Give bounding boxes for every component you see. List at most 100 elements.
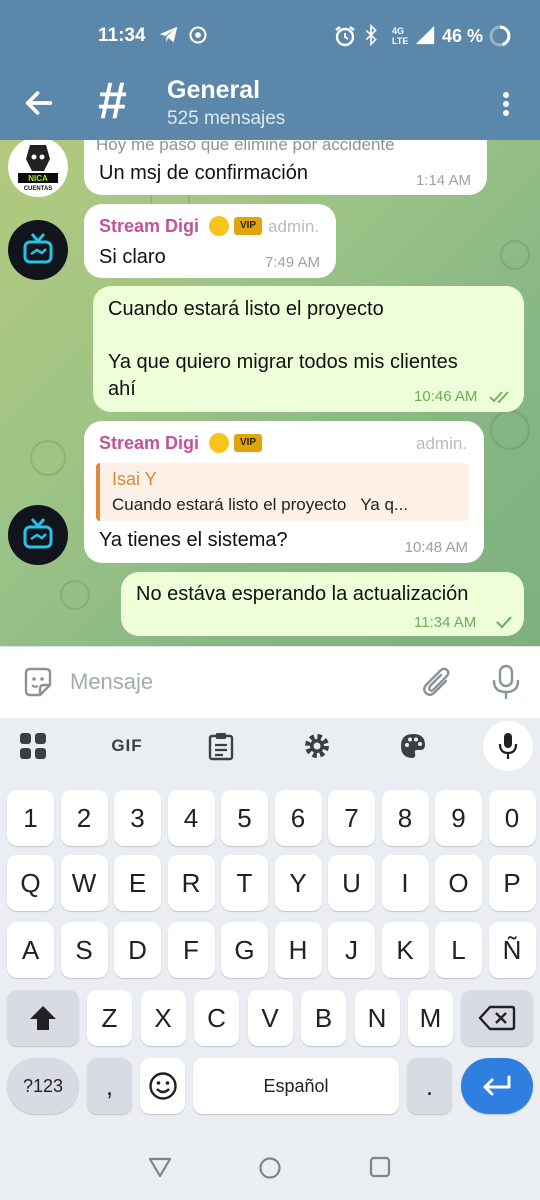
key[interactable]: 7 bbox=[328, 790, 375, 846]
sticker-emoji-icon[interactable] bbox=[20, 665, 56, 701]
key[interactable]: T bbox=[221, 855, 268, 911]
key[interactable]: E bbox=[114, 855, 161, 911]
avatar-stream-digi[interactable] bbox=[8, 505, 68, 565]
key[interactable]: N bbox=[354, 990, 400, 1046]
key[interactable]: Z bbox=[87, 990, 132, 1046]
avatar-nica-cuentas[interactable]: NICA CUENTAS bbox=[8, 140, 68, 197]
key[interactable]: S bbox=[60, 922, 108, 978]
message-input[interactable] bbox=[70, 664, 400, 700]
key[interactable]: 4 bbox=[167, 790, 215, 846]
message-bubble-incoming[interactable]: Stream Digi VIP admin. Si claro 7:49 AM bbox=[84, 204, 336, 278]
message-bubble-incoming[interactable]: Hoy me pasó que eliminé por accidente Un… bbox=[84, 140, 487, 195]
chat-area[interactable]: NICA CUENTAS Hoy me pasó que eliminé por… bbox=[0, 140, 540, 646]
key[interactable]: R bbox=[167, 855, 215, 911]
palette-icon bbox=[401, 734, 425, 758]
chat-title[interactable]: General bbox=[167, 76, 260, 105]
sender-name[interactable]: Stream Digi bbox=[99, 216, 199, 237]
chrome-icon bbox=[189, 26, 207, 44]
nav-back-icon[interactable] bbox=[148, 1156, 172, 1178]
message-text: No estáva esperando la actualización bbox=[136, 583, 469, 605]
key[interactable]: U bbox=[328, 855, 375, 911]
enter-key[interactable] bbox=[461, 1058, 533, 1114]
key[interactable]: W bbox=[60, 855, 108, 911]
key[interactable]: 9 bbox=[435, 790, 482, 846]
key[interactable]: 3 bbox=[114, 790, 161, 846]
shift-key[interactable] bbox=[7, 990, 79, 1046]
wallpaper-doodle bbox=[490, 410, 530, 450]
theme-button[interactable] bbox=[390, 725, 436, 767]
comma-key[interactable]: , bbox=[87, 1058, 132, 1114]
message-bubble-incoming[interactable]: Stream Digi VIP admin. Isai Y Cuando est… bbox=[84, 421, 484, 563]
message-bubble-outgoing[interactable]: Cuando estará listo el proyecto Ya que q… bbox=[93, 286, 524, 412]
signal-icon bbox=[415, 25, 435, 45]
message-text: Si claro bbox=[99, 246, 166, 268]
keyboard-apps-button[interactable] bbox=[10, 725, 56, 767]
more-options-icon[interactable] bbox=[496, 88, 516, 120]
back-arrow-icon[interactable] bbox=[22, 86, 56, 120]
key[interactable]: A bbox=[7, 922, 54, 978]
key[interactable]: J bbox=[328, 922, 375, 978]
key[interactable]: 5 bbox=[221, 790, 268, 846]
key[interactable]: B bbox=[301, 990, 346, 1046]
sunglasses-emoji bbox=[209, 216, 229, 236]
key[interactable]: D bbox=[114, 922, 161, 978]
alarm-icon bbox=[335, 26, 355, 47]
key[interactable]: 2 bbox=[60, 790, 108, 846]
key[interactable]: K bbox=[381, 922, 429, 978]
key[interactable]: H bbox=[274, 922, 322, 978]
vip-badge: VIP bbox=[234, 217, 262, 235]
space-key[interactable]: Español bbox=[193, 1058, 399, 1114]
message-time: 10:48 AM bbox=[404, 539, 468, 556]
key[interactable]: Y bbox=[274, 855, 322, 911]
reply-author: Isai Y bbox=[112, 469, 157, 489]
channel-hash-icon: # bbox=[98, 72, 127, 130]
nav-recents-icon[interactable] bbox=[369, 1156, 391, 1178]
message-bubble-outgoing[interactable]: No estáva esperando la actualización 11:… bbox=[121, 572, 524, 636]
backspace-icon bbox=[478, 1005, 516, 1031]
key[interactable]: P bbox=[488, 855, 536, 911]
key[interactable]: Q bbox=[7, 855, 54, 911]
reply-preview[interactable]: Isai Y Cuando estará listo el proyecto Y… bbox=[96, 463, 469, 521]
key[interactable]: X bbox=[140, 990, 186, 1046]
key[interactable]: L bbox=[435, 922, 482, 978]
battery-icon bbox=[489, 25, 511, 47]
avatar-stream-digi[interactable] bbox=[8, 220, 68, 280]
admin-label: admin. bbox=[268, 217, 320, 236]
key[interactable]: F bbox=[167, 922, 215, 978]
microphone-icon[interactable] bbox=[488, 663, 524, 701]
period-key[interactable]: . bbox=[407, 1058, 452, 1114]
emoji-key[interactable] bbox=[140, 1058, 185, 1114]
key[interactable]: O bbox=[435, 855, 482, 911]
nav-home-icon[interactable] bbox=[258, 1156, 282, 1180]
key[interactable]: 1 bbox=[7, 790, 54, 846]
network-label: 4G LTE bbox=[392, 26, 409, 46]
wallpaper-doodle bbox=[30, 440, 66, 476]
settings-button[interactable] bbox=[294, 725, 340, 767]
message-composer bbox=[0, 646, 540, 718]
attach-paperclip-icon[interactable] bbox=[420, 665, 456, 701]
shift-arrow-icon bbox=[30, 1006, 56, 1030]
message-time: 7:49 AM bbox=[264, 254, 320, 271]
battery-percent: 46 % bbox=[442, 26, 484, 46]
voice-typing-button[interactable] bbox=[483, 721, 533, 771]
gif-button[interactable]: GIF bbox=[100, 725, 154, 767]
key[interactable]: C bbox=[194, 990, 239, 1046]
gear-icon bbox=[305, 734, 329, 758]
check-icon bbox=[496, 616, 512, 629]
message-text: Un msj de confirmación bbox=[99, 162, 308, 184]
key[interactable]: 6 bbox=[274, 790, 322, 846]
symbols-key[interactable]: ?123 bbox=[7, 1058, 79, 1114]
key[interactable]: I bbox=[381, 855, 429, 911]
key[interactable]: 0 bbox=[488, 790, 536, 846]
key[interactable]: V bbox=[247, 990, 293, 1046]
key[interactable]: M bbox=[408, 990, 453, 1046]
key[interactable]: 8 bbox=[381, 790, 429, 846]
smiley-icon bbox=[148, 1072, 177, 1100]
nica-cuentas-logo: NICA CUENTAS bbox=[18, 145, 58, 192]
sender-name[interactable]: Stream Digi bbox=[99, 433, 199, 454]
key[interactable]: G bbox=[221, 922, 268, 978]
clipboard-button[interactable] bbox=[198, 725, 244, 767]
key[interactable]: Ñ bbox=[488, 922, 536, 978]
backspace-key[interactable] bbox=[461, 990, 533, 1046]
telegram-icon bbox=[159, 26, 178, 43]
